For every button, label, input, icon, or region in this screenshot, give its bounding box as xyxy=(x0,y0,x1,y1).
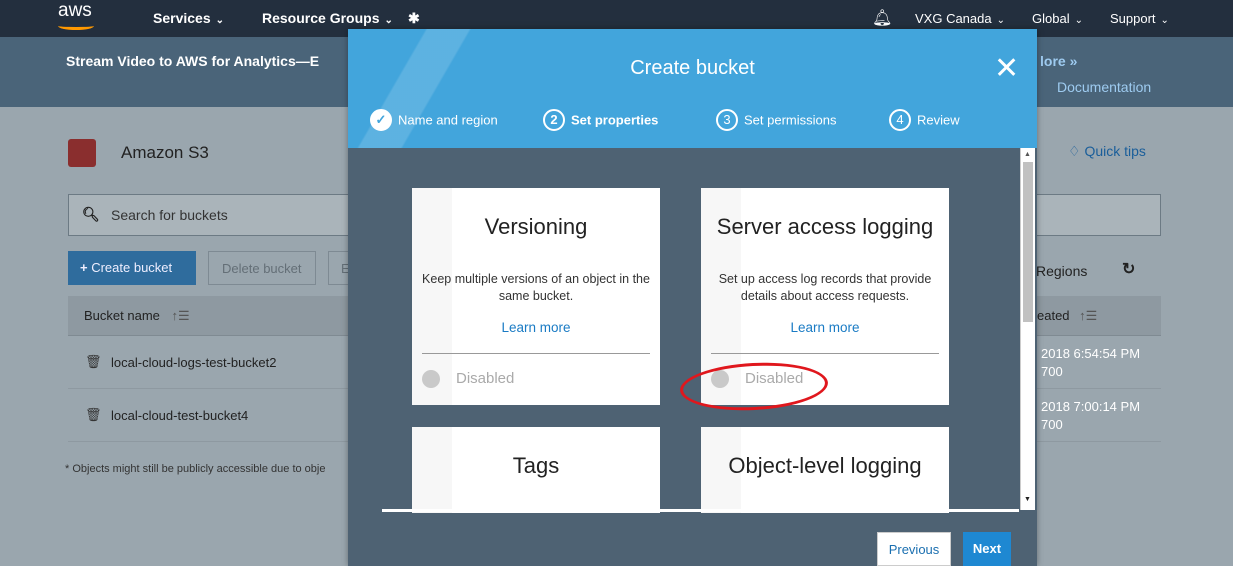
previous-button[interactable]: Previous xyxy=(877,532,951,566)
s3-logo-icon xyxy=(68,139,96,167)
support-menu[interactable]: Support ⌄ xyxy=(1110,11,1169,26)
bucket-name-link[interactable]: local-cloud-logs-test-bucket2 xyxy=(111,355,276,370)
aws-smile-icon xyxy=(58,22,94,30)
modal-title: Create bucket xyxy=(630,57,755,79)
card-title: Versioning xyxy=(484,214,588,239)
status-text: Disabled xyxy=(456,370,515,387)
card-divider xyxy=(422,353,650,354)
refresh-icon[interactable]: ↻ xyxy=(1122,259,1135,279)
banner-text[interactable]: Stream Video to AWS for Analytics—E xyxy=(66,53,319,69)
step-number: 3 xyxy=(716,109,738,131)
bucket-icon: 🗑︎ xyxy=(85,407,102,422)
sort-icon: ↑☰ xyxy=(1079,308,1098,323)
create-bucket-button[interactable]: + Create bucket xyxy=(68,251,196,285)
modal-body: Versioning Keep multiple versions of an … xyxy=(348,148,1037,513)
card-title: Server access logging xyxy=(716,214,934,239)
bucket-icon: 🗑︎ xyxy=(85,354,102,369)
bell-icon[interactable]: 🔔︎ xyxy=(872,8,892,28)
scroll-down-icon[interactable]: ▼ xyxy=(1024,496,1031,503)
account-menu[interactable]: VXG Canada ⌄ xyxy=(915,11,1005,26)
resource-groups-menu[interactable]: Resource Groups ⌄ xyxy=(262,10,393,26)
region-menu[interactable]: Global ⌄ xyxy=(1032,11,1083,26)
modal-scrollbar[interactable]: ▲ ▼ xyxy=(1020,148,1035,510)
scroll-thumb[interactable] xyxy=(1023,162,1033,322)
date-created: 2018 6:54:54 PM 700 xyxy=(1041,346,1141,379)
check-icon: ✓ xyxy=(370,109,392,131)
object-level-logging-card[interactable]: Object-level logging xyxy=(701,427,949,513)
scroll-up-icon[interactable]: ▲ xyxy=(1024,151,1031,158)
column-bucket-name[interactable]: Bucket name ↑☰ xyxy=(84,308,190,324)
chevron-down-icon: ⌄ xyxy=(996,15,1005,26)
next-button[interactable]: Next xyxy=(963,532,1011,566)
learn-more-link[interactable]: Learn more xyxy=(412,320,660,335)
create-bucket-modal: Create bucket ✕ ✓ Name and region 2 Set pr… xyxy=(348,29,1037,566)
quick-tips-link[interactable]: ♢ Quick tips xyxy=(1068,143,1146,160)
services-menu[interactable]: Services ⌄ xyxy=(153,10,224,26)
body-divider xyxy=(382,509,1019,512)
versioning-card[interactable]: Versioning Keep multiple versions of an … xyxy=(412,188,660,405)
column-date-created[interactable]: eated ↑☰ xyxy=(1037,308,1097,324)
bucket-name-link[interactable]: local-cloud-test-bucket4 xyxy=(111,408,248,423)
card-description: Keep multiple versions of an object in t… xyxy=(422,272,650,303)
chevron-down-icon: ⌄ xyxy=(215,15,224,26)
chevron-down-icon: ⌄ xyxy=(1160,15,1169,26)
step-number: 4 xyxy=(889,109,911,131)
regions-label: Regions xyxy=(1036,263,1088,279)
card-title: Tags xyxy=(512,453,560,478)
card-divider xyxy=(711,353,939,354)
delete-bucket-button[interactable]: Delete bucket xyxy=(208,251,316,285)
plus-icon: + xyxy=(80,260,92,275)
banner-more-link[interactable]: lore » xyxy=(1040,53,1077,69)
date-created: 2018 7:00:14 PM 700 xyxy=(1041,399,1141,432)
learn-more-link[interactable]: Learn more xyxy=(701,320,949,335)
step-name-and-region[interactable]: ✓ Name and region xyxy=(370,109,498,133)
page-title: Amazon S3 xyxy=(121,143,209,162)
chevron-down-icon: ⌄ xyxy=(384,15,393,26)
status-dot-icon xyxy=(422,370,440,388)
step-review[interactable]: 4 Review xyxy=(889,109,960,133)
step-set-permissions[interactable]: 3 Set permissions xyxy=(716,109,836,133)
step-set-properties[interactable]: 2 Set properties xyxy=(543,109,658,133)
search-icon: 🔍︎ xyxy=(82,206,100,222)
aws-logo[interactable]: aws xyxy=(58,0,92,22)
footnote: * Objects might still be publicly access… xyxy=(65,463,326,475)
modal-footer: Previous Next xyxy=(348,513,1037,566)
modal-header: Create bucket ✕ ✓ Name and region 2 Set pr… xyxy=(348,29,1037,148)
step-number: 2 xyxy=(543,109,565,131)
search-placeholder: Search for buckets xyxy=(111,207,228,223)
card-description: Set up access log records that provide d… xyxy=(718,272,932,303)
card-title: Object-level logging xyxy=(728,453,922,478)
tags-card[interactable]: Tags xyxy=(412,427,660,513)
pin-icon[interactable]: ✱ xyxy=(408,10,420,27)
chevron-down-icon: ⌄ xyxy=(1074,15,1083,26)
sort-icon: ↑☰ xyxy=(171,308,190,323)
documentation-link[interactable]: Documentation xyxy=(1057,79,1151,95)
close-icon[interactable]: ✕ xyxy=(994,54,1019,84)
lightbulb-icon: ♢ xyxy=(1068,143,1085,159)
